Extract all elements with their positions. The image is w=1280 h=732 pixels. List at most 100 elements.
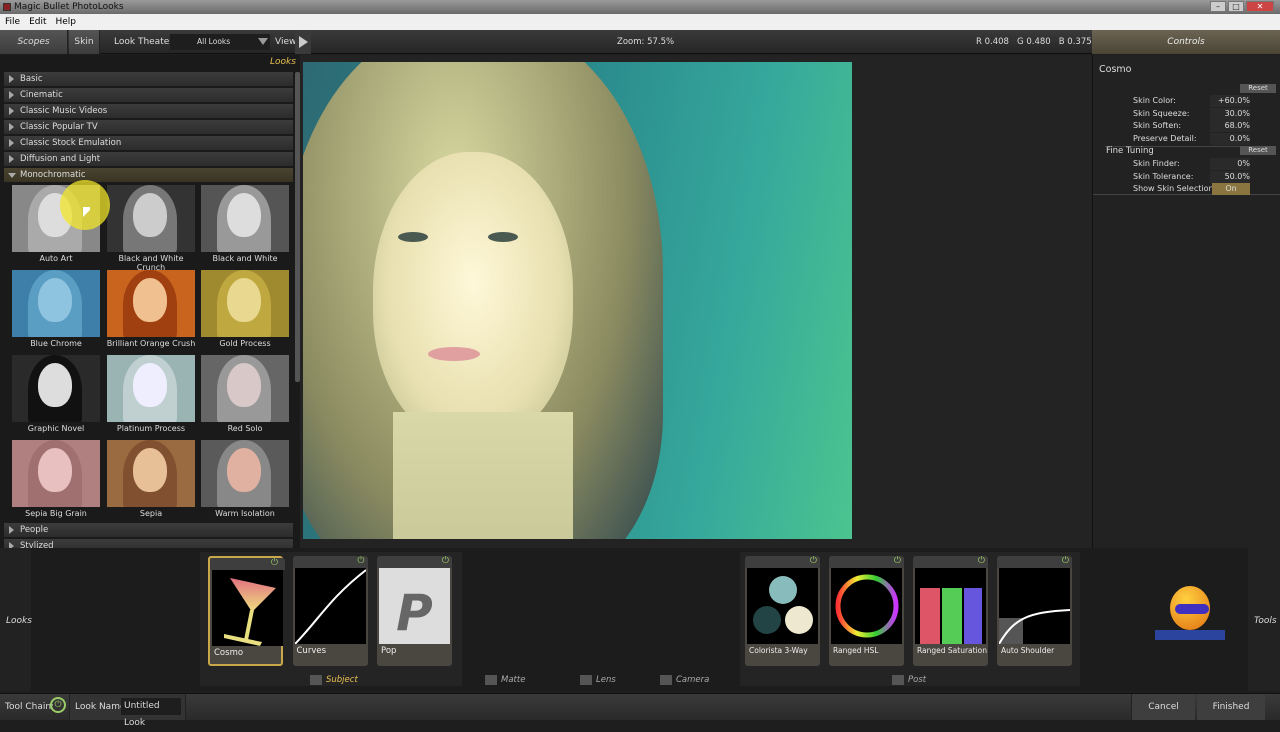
look-thumbnail-label: Brilliant Orange Crush: [106, 339, 196, 348]
looks-side-tab[interactable]: Looks: [0, 548, 32, 691]
tool-card-image: P: [379, 568, 450, 644]
lens-icon: [580, 675, 592, 685]
scopes-button[interactable]: Scopes: [0, 30, 68, 54]
param-value[interactable]: +60.0%: [1210, 95, 1250, 107]
fine-tuning-reset-button[interactable]: Reset: [1240, 146, 1276, 155]
look-name-input[interactable]: Untitled Look: [121, 698, 181, 728]
reset-button[interactable]: Reset: [1240, 84, 1276, 93]
section-camera[interactable]: Camera: [676, 675, 709, 685]
looks-side-label: Looks: [6, 616, 32, 626]
tool-card[interactable]: ⏻ Auto Shoulder: [997, 556, 1072, 666]
skin-button[interactable]: Skin: [69, 30, 100, 54]
look-thumbnail-label: Black and White: [212, 254, 278, 263]
look-thumbnail[interactable]: [201, 355, 289, 422]
section-subject[interactable]: Subject: [326, 675, 358, 685]
power-icon[interactable]: ⏻: [271, 558, 278, 568]
matte-icon: [485, 675, 497, 685]
look-thumbnail-label: Gold Process: [219, 339, 271, 348]
look-category[interactable]: Classic Music Videos: [4, 104, 293, 118]
look-category[interactable]: Classic Stock Emulation: [4, 136, 293, 150]
tool-card[interactable]: ⏻ Colorista 3-Way: [745, 556, 820, 666]
tool-card-image: [999, 568, 1070, 644]
tool-card[interactable]: ⏻ Cosmo: [208, 556, 285, 666]
look-category-open[interactable]: Monochromatic: [4, 168, 293, 182]
tool-card-label: Ranged Saturation: [917, 646, 988, 655]
camera-icon: [660, 675, 672, 685]
look-thumbnail[interactable]: [107, 270, 195, 337]
show-skin-selection-toggle[interactable]: On: [1212, 183, 1250, 195]
section-post[interactable]: Post: [908, 675, 926, 685]
look-thumbnail[interactable]: [12, 440, 100, 507]
looks-panel: Looks Basic Cinematic Classic Music Videos…: [0, 55, 300, 553]
tools-side-label: Tools: [1254, 616, 1277, 626]
cursor-highlight: [60, 180, 110, 230]
fine-tuning-heading: Fine Tuning: [1106, 146, 1154, 156]
look-thumbnail-label: Platinum Process: [116, 424, 186, 433]
power-icon[interactable]: ⏻: [894, 556, 901, 566]
tool-card-label: Curves: [296, 646, 327, 656]
maximize-button[interactable]: □: [1228, 1, 1244, 12]
tool-card-image: [294, 568, 366, 644]
tool-card-image: [212, 570, 283, 646]
looks-filter-value: All Looks: [197, 37, 231, 46]
look-category[interactable]: Classic Popular TV: [4, 120, 293, 134]
title-bar: Magic Bullet PhotoLooks – □ ✕: [0, 0, 1280, 14]
play-view-button[interactable]: [295, 30, 311, 54]
section-matte[interactable]: Matte: [501, 675, 525, 685]
look-thumbnail[interactable]: [201, 440, 289, 507]
menu-file[interactable]: File: [5, 17, 20, 27]
preview-photo: [303, 62, 852, 539]
look-thumbnail-label: Sepia Big Grain: [25, 509, 87, 518]
look-theater-label: Look Theater: [114, 37, 173, 47]
power-icon[interactable]: ⏻: [978, 556, 985, 566]
minimize-button[interactable]: –: [1210, 1, 1226, 12]
tool-card[interactable]: ⏻ Curves: [292, 556, 368, 666]
menu-help[interactable]: Help: [56, 17, 77, 27]
cancel-button[interactable]: Cancel: [1131, 694, 1195, 720]
tool-card[interactable]: ⏻ Ranged Saturation: [913, 556, 988, 666]
param-value[interactable]: 30.0%: [1210, 107, 1250, 120]
tool-chain-power-toggle[interactable]: ⏻: [50, 697, 66, 713]
tool-card[interactable]: ⏻ P Pop: [377, 556, 452, 666]
left-eye: [398, 232, 428, 242]
power-icon[interactable]: ⏻: [442, 556, 449, 566]
power-icon[interactable]: ⏻: [357, 556, 364, 566]
param-value[interactable]: 50.0%: [1210, 170, 1250, 183]
look-category[interactable]: People: [4, 523, 293, 537]
section-lens[interactable]: Lens: [596, 675, 616, 685]
look-thumbnail[interactable]: [201, 270, 289, 337]
tool-card[interactable]: ⏻ Ranged HSL: [829, 556, 904, 666]
tool-card-image: [747, 568, 818, 644]
look-thumbnail-label: Red Solo: [227, 424, 263, 433]
looks-filter-dropdown[interactable]: All Looks: [170, 34, 270, 50]
param-value[interactable]: 0.0%: [1210, 132, 1250, 145]
look-name-heading: Cosmo: [1099, 64, 1132, 75]
look-thumbnail[interactable]: [12, 355, 100, 422]
post-icon: [892, 675, 904, 685]
menu-edit[interactable]: Edit: [29, 17, 46, 27]
look-thumbnail[interactable]: [107, 185, 195, 252]
power-icon[interactable]: ⏻: [1062, 556, 1069, 566]
look-category[interactable]: Diffusion and Light: [4, 152, 293, 166]
power-icon[interactable]: ⏻: [810, 556, 817, 566]
tools-side-tab[interactable]: Tools: [1248, 548, 1280, 691]
toolbar: Scopes Skin Look Theater All Looks View …: [0, 30, 1092, 54]
right-eye: [488, 232, 518, 242]
look-category[interactable]: Basic: [4, 72, 293, 86]
look-category[interactable]: Cinematic: [4, 88, 293, 102]
look-thumbnail[interactable]: [107, 355, 195, 422]
finished-button[interactable]: Finished: [1197, 694, 1265, 720]
controls-tab[interactable]: Controls: [1092, 30, 1280, 54]
close-button[interactable]: ✕: [1246, 1, 1274, 12]
param-value[interactable]: 0%: [1210, 158, 1250, 170]
looks-panel-title: Looks: [270, 57, 296, 67]
param-value[interactable]: 68.0%: [1210, 120, 1250, 132]
view-label: View: [275, 37, 297, 47]
look-thumbnail[interactable]: [107, 440, 195, 507]
tool-card-label: Colorista 3-Way: [749, 646, 808, 655]
subject-icon: [310, 675, 322, 685]
look-thumbnail[interactable]: [12, 270, 100, 337]
lips: [428, 347, 480, 361]
window-title: Magic Bullet PhotoLooks: [14, 2, 124, 12]
look-thumbnail[interactable]: [201, 185, 289, 252]
